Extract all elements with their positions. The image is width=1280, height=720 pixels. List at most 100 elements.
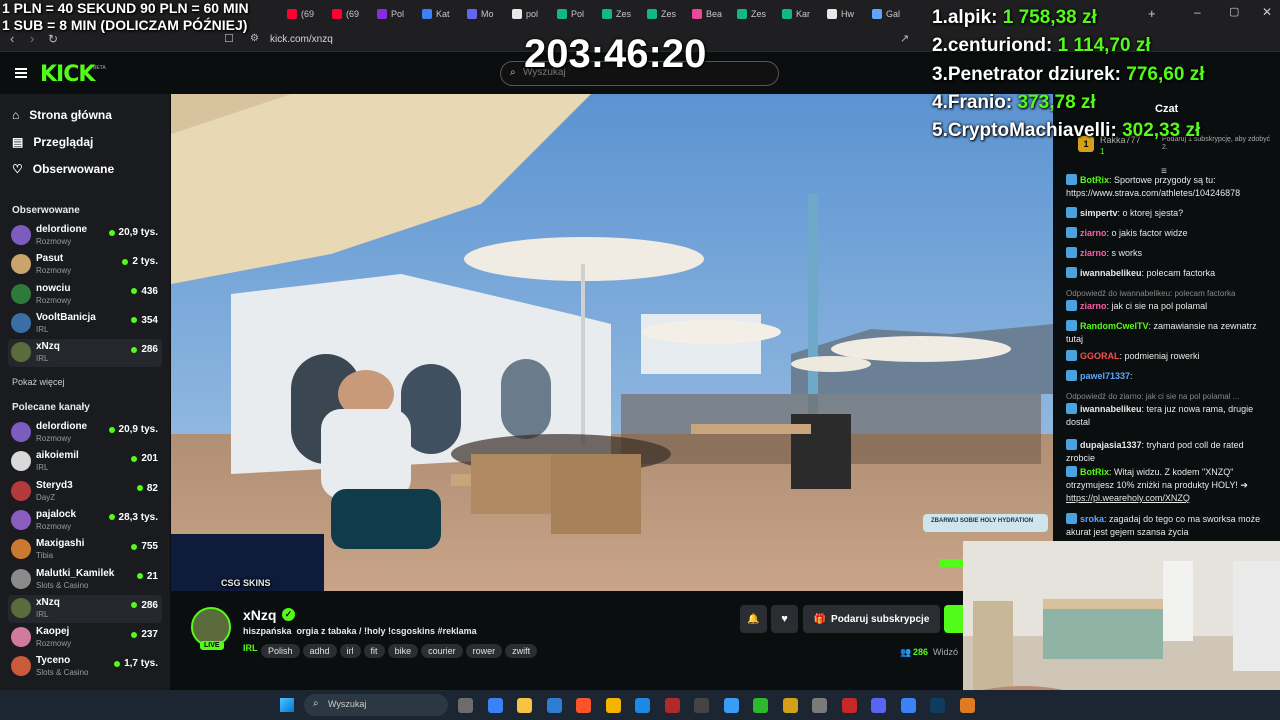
taskbar-search[interactable]: ⌕ Wyszukaj xyxy=(304,694,448,716)
bookmark-icon[interactable]: ☐ xyxy=(224,32,234,45)
stream-tag[interactable]: Polish xyxy=(261,644,300,658)
channel-category: IRL xyxy=(36,354,49,364)
chat-username[interactable]: BotRix xyxy=(1080,467,1109,477)
channel-item[interactable]: Pasut Rozmowy 2 tys. xyxy=(8,251,162,279)
chat-username[interactable]: dupajasia1337 xyxy=(1080,440,1142,450)
stream-tag[interactable]: zwift xyxy=(505,644,538,658)
stream-tag[interactable]: fit xyxy=(363,644,385,658)
taskbar-app-icon[interactable] xyxy=(605,698,621,713)
channel-item[interactable]: pajalock Rozmowy 28,3 tys. xyxy=(8,507,162,535)
channel-item[interactable]: Malutki_Kamilek Slots & Casino 21 xyxy=(8,566,162,594)
taskbar-app-icon[interactable] xyxy=(782,698,798,713)
browser-tab[interactable]: Zes xyxy=(602,4,631,24)
notification-button[interactable]: 🔔 xyxy=(740,605,767,633)
chat-username[interactable]: simpertv xyxy=(1080,208,1118,218)
taskbar-app-icon[interactable] xyxy=(546,698,562,713)
stream-tag[interactable]: irl xyxy=(339,644,361,658)
tab-favicon-icon xyxy=(872,9,882,19)
site-info-icon[interactable]: ⚙ xyxy=(250,33,259,44)
menu-icon[interactable] xyxy=(15,68,27,78)
new-tab-icon[interactable]: + xyxy=(1148,6,1156,21)
browser-tab[interactable]: Pol xyxy=(557,4,584,24)
taskbar-app-icon[interactable] xyxy=(694,698,709,713)
kick-logo[interactable]: KICK xyxy=(40,62,95,87)
browser-tab[interactable]: Zes xyxy=(647,4,676,24)
chat-username[interactable]: GGORAL xyxy=(1080,351,1120,361)
chat-username[interactable]: ziarno xyxy=(1080,228,1107,238)
browser-tab[interactable]: (69 xyxy=(287,4,314,24)
share-icon[interactable]: ↗ xyxy=(900,32,909,45)
channel-item[interactable]: Kaopej Rozmowy 237 xyxy=(8,624,162,652)
chat-username[interactable]: BotRix xyxy=(1080,175,1109,185)
taskbar-app-icon[interactable] xyxy=(635,698,650,713)
taskbar-app-icon[interactable] xyxy=(723,698,739,713)
forward-icon[interactable]: › xyxy=(30,31,34,46)
leaderboard-rank: 1. xyxy=(932,7,948,28)
subscribe-button[interactable] xyxy=(944,605,963,633)
show-more-link[interactable]: Pokaż więcej xyxy=(12,377,65,387)
stream-tag[interactable]: rower xyxy=(465,644,503,658)
taskbar-app-icon[interactable] xyxy=(487,698,503,713)
chat-username[interactable]: iwannabelikeu xyxy=(1080,268,1142,278)
video-player[interactable]: CSG SKINS ZBARWIJ SOBIE HOLY HYDRATION xyxy=(171,94,1053,591)
channel-item[interactable]: Maxigashi Tibia 755 xyxy=(8,536,162,564)
channel-item[interactable]: aikoiemil IRL 201 xyxy=(8,448,162,476)
browser-tab[interactable]: Gal xyxy=(872,4,900,24)
channel-item[interactable]: delordione Rozmowy 20,9 tys. xyxy=(8,419,162,447)
maximize-icon[interactable]: ▢ xyxy=(1229,5,1239,18)
chat-username[interactable]: pawel71337 xyxy=(1080,371,1130,381)
taskbar-app-icon[interactable] xyxy=(753,698,768,713)
nav-item-2[interactable]: ♡ Obserwowane xyxy=(12,162,114,176)
browser-tab[interactable]: pol xyxy=(512,4,538,24)
browser-tab[interactable]: Kat xyxy=(422,4,450,24)
browser-tab[interactable]: Kar xyxy=(782,4,810,24)
channel-item[interactable]: xNzq IRL 286 xyxy=(8,594,162,623)
back-icon[interactable]: ‹ xyxy=(10,31,14,46)
taskbar-app-icon[interactable] xyxy=(900,698,916,713)
stream-tag[interactable]: adhd xyxy=(302,644,337,658)
user-badge-icon xyxy=(1066,174,1077,185)
channel-item[interactable]: xNzq IRL 286 xyxy=(8,339,162,368)
taskbar-app-icon[interactable] xyxy=(664,698,680,713)
browser-tab[interactable]: Bea xyxy=(692,4,722,24)
chat-username[interactable]: ziarno xyxy=(1080,301,1107,311)
channel-item[interactable]: VooltBanicja IRL 354 xyxy=(8,310,162,338)
chat-username[interactable]: iwannabelikeu xyxy=(1080,404,1142,414)
taskbar-app-icon[interactable] xyxy=(959,698,975,713)
follow-button[interactable]: ♥ xyxy=(771,605,798,633)
taskbar-app-icon[interactable] xyxy=(458,698,473,713)
channel-item[interactable]: delordione Rozmowy 20,9 tys. xyxy=(8,222,162,250)
stream-tag[interactable]: bike xyxy=(387,644,419,658)
url-field[interactable]: kick.com/xnzq xyxy=(270,34,333,45)
chat-username[interactable]: RandomCwelTV xyxy=(1080,321,1149,331)
taskbar-app-icon[interactable] xyxy=(576,698,591,713)
stream-category[interactable]: IRL xyxy=(243,643,258,653)
close-window-icon[interactable]: ✕ xyxy=(1262,5,1272,19)
nav-item-0[interactable]: ⌂ Strona główna xyxy=(12,108,112,122)
channel-name[interactable]: xNzq xyxy=(243,607,276,623)
avatar xyxy=(11,225,31,245)
taskbar-app-icon[interactable] xyxy=(841,698,857,713)
taskbar-app-icon[interactable] xyxy=(871,698,886,713)
chat-username[interactable]: ziarno xyxy=(1080,248,1107,258)
gift-subscription-button[interactable]: 🎁 Podaruj subskrypcje xyxy=(803,605,940,633)
chat-link[interactable]: https://pl.weareholy.com/XNZQ xyxy=(1066,493,1190,503)
browser-tab[interactable]: Zes xyxy=(737,4,766,24)
chat-username[interactable]: sroka xyxy=(1080,514,1104,524)
nav-item-1[interactable]: ▤ Przeglądaj xyxy=(12,135,93,149)
search-icon: ⌕ xyxy=(510,67,516,78)
start-icon[interactable] xyxy=(280,698,294,712)
browser-tab[interactable]: Mo xyxy=(467,4,494,24)
channel-item[interactable]: nowciu Rozmowy 436 xyxy=(8,281,162,309)
minimize-icon[interactable]: – xyxy=(1194,5,1201,19)
channel-item[interactable]: Tyceno Slots & Casino 1,7 tys. xyxy=(8,653,162,681)
taskbar-app-icon[interactable] xyxy=(517,698,532,713)
browser-tab[interactable]: Hw xyxy=(827,4,854,24)
reload-icon[interactable]: ↻ xyxy=(48,32,58,46)
browser-tab[interactable]: Pol xyxy=(377,4,404,24)
taskbar-app-icon[interactable] xyxy=(930,698,945,713)
taskbar-app-icon[interactable] xyxy=(812,698,827,713)
browser-tab[interactable]: (69 xyxy=(332,4,359,24)
channel-item[interactable]: Steryd3 DayZ 82 xyxy=(8,478,162,506)
stream-tag[interactable]: courier xyxy=(421,644,463,658)
